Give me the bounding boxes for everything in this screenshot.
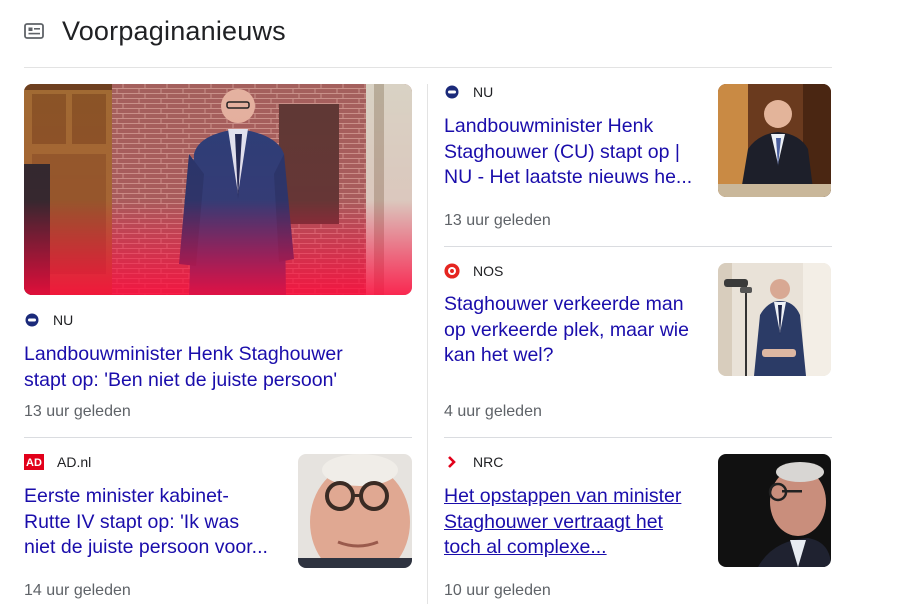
article-divider bbox=[444, 437, 832, 438]
article-time: 13 uur geleden bbox=[444, 212, 551, 229]
article-time: 4 uur geleden bbox=[444, 403, 542, 420]
headline-line: Staghouwer vertraagt het bbox=[444, 510, 663, 533]
nu-logo-icon bbox=[444, 84, 460, 100]
headline-line: Landbouwminister Henk Staghouwer bbox=[24, 343, 343, 365]
source-name: NU bbox=[473, 84, 494, 100]
article-headline-link[interactable]: Staghouwer verkeerde man op verkeerde pl… bbox=[444, 292, 714, 369]
article-headline-link[interactable]: Het opstappen van minister Staghouwer ve… bbox=[444, 484, 709, 561]
nu-logo-icon bbox=[24, 312, 40, 328]
headline-line: toch al complexe... bbox=[444, 536, 607, 558]
article-headline-link[interactable]: Landbouwminister Henk Staghouwer (CU) st… bbox=[444, 114, 709, 191]
article-thumbnail[interactable] bbox=[718, 263, 831, 376]
headline-line: stapt op: 'Ben niet de juiste persoon' bbox=[24, 368, 338, 391]
headline-line: Staghouwer (CU) stapt op | bbox=[444, 140, 680, 163]
svg-text:AD: AD bbox=[26, 457, 42, 469]
headline-line: Het opstappen van minister bbox=[444, 485, 682, 507]
article-headline-link[interactable]: Landbouwminister Henk Staghouwer stapt o… bbox=[24, 342, 414, 393]
headline-line: NU - Het laatste nieuws he... bbox=[444, 166, 693, 188]
headline-line: op verkeerde plek, maar wie bbox=[444, 318, 689, 341]
article-thumbnail[interactable] bbox=[718, 84, 831, 197]
article-time: 13 uur geleden bbox=[24, 403, 131, 420]
article-thumbnail[interactable] bbox=[718, 454, 831, 567]
nos-logo-icon bbox=[444, 263, 460, 279]
nrc-logo-icon bbox=[444, 454, 460, 470]
headline-line: Rutte IV stapt op: 'Ik was bbox=[24, 510, 240, 533]
article-source: NU bbox=[444, 84, 493, 100]
article-time: 14 uur geleden bbox=[24, 582, 131, 599]
source-name: AD.nl bbox=[57, 454, 92, 470]
headline-line: Staghouwer verkeerde man bbox=[444, 293, 684, 315]
source-name: NOS bbox=[473, 263, 504, 279]
ad-logo-icon: AD bbox=[24, 454, 44, 470]
column-divider bbox=[427, 84, 428, 604]
header-divider bbox=[24, 67, 832, 68]
source-name: NU bbox=[53, 312, 74, 328]
article-source: NOS bbox=[444, 263, 503, 279]
headline-line: Eerste minister kabinet- bbox=[24, 485, 229, 507]
section-title: Voorpaginanieuws bbox=[62, 15, 286, 46]
newspaper-icon bbox=[24, 23, 44, 39]
article-time: 10 uur geleden bbox=[444, 582, 551, 599]
article-divider bbox=[24, 437, 412, 438]
section-header: Voorpaginanieuws bbox=[24, 14, 286, 48]
headline-line: niet de juiste persoon voor... bbox=[24, 536, 268, 558]
article-source: NRC bbox=[444, 454, 503, 470]
article-divider bbox=[444, 246, 832, 247]
article-source: NU bbox=[24, 312, 73, 328]
headline-line: kan het wel? bbox=[444, 344, 554, 366]
article-source: AD AD.nl bbox=[24, 454, 91, 470]
article-thumbnail[interactable] bbox=[298, 454, 412, 568]
source-name: NRC bbox=[473, 454, 504, 470]
article-thumbnail[interactable] bbox=[24, 84, 412, 295]
article-headline-link[interactable]: Eerste minister kabinet- Rutte IV stapt … bbox=[24, 484, 289, 561]
headline-line: Landbouwminister Henk bbox=[444, 115, 654, 137]
